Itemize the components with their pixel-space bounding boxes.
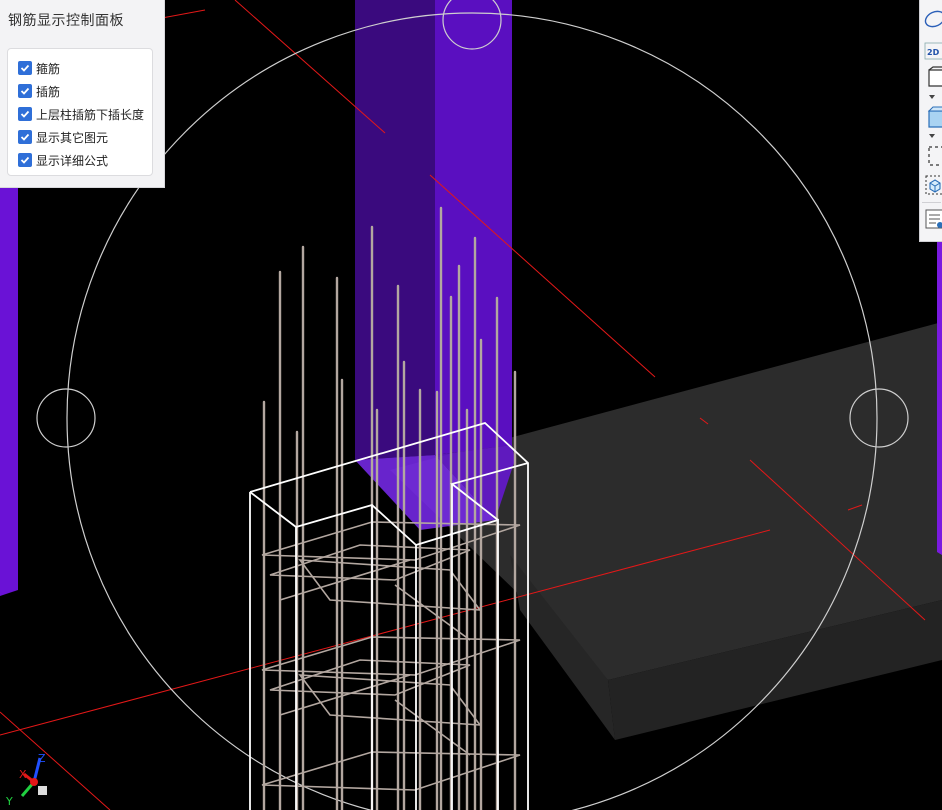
shaded-box-icon [927, 106, 942, 128]
panel-title: 钢筋显示控制面板 [8, 13, 124, 29]
upper-column[interactable] [355, 0, 515, 530]
orbit-icon [924, 10, 942, 28]
checkbox-checked-icon[interactable] [18, 153, 32, 167]
view-toolbar: 2D [919, 0, 942, 242]
left-column[interactable] [0, 175, 18, 596]
property-list-icon [925, 209, 942, 229]
checkbox-checked-icon[interactable] [18, 61, 32, 75]
select-box-button[interactable] [923, 145, 942, 167]
option-show-other-elements[interactable]: 显示其它图元 [18, 128, 108, 146]
element-cube-button[interactable] [923, 174, 942, 196]
axis-x-label: X [19, 768, 27, 781]
chevron-down-icon[interactable] [929, 134, 935, 138]
view-cube-icon [928, 66, 942, 87]
rebar-display-control-panel: 钢筋显示控制面板 箍筋 插筋 上层柱插筋下插长度 显示其它图元 显示详细公式 [0, 0, 165, 188]
toolbar-divider [922, 202, 941, 203]
option-dowel[interactable]: 插筋 [18, 82, 60, 100]
chevron-down-icon[interactable] [929, 95, 935, 99]
svg-text:2D: 2D [927, 48, 940, 57]
view-2d-button[interactable]: 2D [923, 40, 942, 62]
element-cube-icon [925, 175, 942, 195]
option-upper-dowel-length[interactable]: 上层柱插筋下插长度 [18, 105, 144, 123]
select-box-icon [928, 146, 942, 166]
shaded-view-button[interactable] [923, 106, 942, 128]
option-show-formula[interactable]: 显示详细公式 [18, 151, 108, 169]
display-options: 箍筋 插筋 上层柱插筋下插长度 显示其它图元 显示详细公式 [7, 48, 153, 176]
option-label: 箍筋 [36, 61, 61, 76]
checkbox-checked-icon[interactable] [18, 107, 32, 121]
orbit-button[interactable] [923, 8, 942, 30]
option-label: 上层柱插筋下插长度 [36, 107, 145, 122]
option-label: 显示其它图元 [36, 130, 109, 145]
option-label: 显示详细公式 [36, 153, 109, 168]
option-stirrup[interactable]: 箍筋 [18, 59, 60, 77]
3d-viewport[interactable]: Z X Y 钢筋显示控制面板 箍筋 插筋 上层柱插筋下插长度 显示其它图元 显示… [0, 0, 942, 810]
checkbox-checked-icon[interactable] [18, 130, 32, 144]
checkbox-checked-icon[interactable] [18, 84, 32, 98]
option-label: 插筋 [36, 84, 61, 99]
axis-triad: Z X Y [5, 752, 47, 808]
axis-y-label: Y [5, 795, 13, 808]
right-column-edge[interactable] [937, 240, 942, 555]
view-2d-icon: 2D [924, 42, 942, 60]
view-cube-button[interactable] [923, 66, 942, 88]
property-list-button[interactable] [923, 208, 942, 230]
axis-z-label: Z [38, 752, 46, 765]
